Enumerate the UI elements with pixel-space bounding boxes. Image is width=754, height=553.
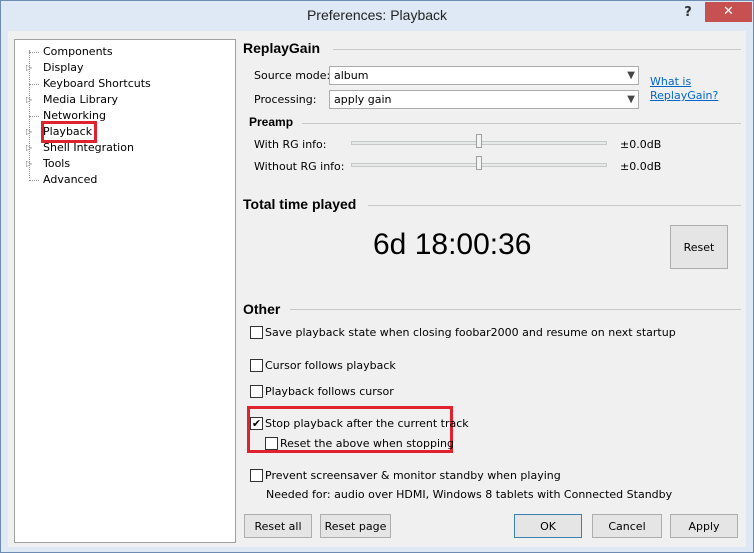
- chevron-down-icon: ▼: [627, 70, 635, 81]
- screensaver-note: Needed for: audio over HDMI, Windows 8 t…: [266, 488, 673, 501]
- tree-item-label: Components: [43, 45, 113, 58]
- tree-item-label: Tools: [43, 157, 71, 170]
- without-rg-label: Without RG info:: [254, 160, 345, 173]
- expand-arrow-icon[interactable]: ▷: [26, 143, 32, 153]
- title-bar: Preferences: Playback ? ✕: [1, 1, 753, 31]
- without-rg-value: ±0.0dB: [620, 160, 662, 173]
- stop-after-current-checkbox[interactable]: ✔: [250, 417, 263, 430]
- expand-arrow-icon[interactable]: ▷: [26, 159, 32, 169]
- tree-item-label: Advanced: [43, 173, 98, 186]
- section-divider: [290, 309, 741, 310]
- other-heading: Other: [243, 301, 281, 317]
- expand-arrow-icon[interactable]: ▷: [26, 63, 32, 73]
- dialog-client-area: Components ▷ Display Keyboard Shortcuts …: [8, 31, 746, 547]
- reset-time-button[interactable]: Reset: [670, 225, 728, 269]
- preferences-tree[interactable]: Components ▷ Display Keyboard Shortcuts …: [14, 39, 236, 543]
- source-mode-label: Source mode:: [254, 69, 331, 82]
- section-divider: [333, 49, 741, 50]
- cancel-button[interactable]: Cancel: [592, 514, 662, 538]
- section-divider: [302, 123, 741, 124]
- save-state-checkbox[interactable]: [250, 326, 263, 339]
- expand-arrow-icon[interactable]: ▷: [26, 127, 32, 137]
- with-rg-slider-thumb[interactable]: [476, 134, 482, 148]
- tree-item-label: Keyboard Shortcuts: [43, 77, 151, 90]
- total-time-value: 6d 18:00:36: [373, 228, 532, 261]
- playback-follows-cursor-checkbox[interactable]: [250, 385, 263, 398]
- what-is-replaygain-link[interactable]: What is ReplayGain?: [650, 75, 730, 103]
- playback-follows-cursor-label: Playback follows cursor: [265, 385, 394, 398]
- with-rg-label: With RG info:: [254, 138, 327, 151]
- without-rg-slider-thumb[interactable]: [476, 156, 482, 170]
- preamp-heading: Preamp: [249, 115, 294, 129]
- tree-item-label: Display: [43, 61, 84, 74]
- apply-button[interactable]: Apply: [670, 514, 738, 538]
- reset-when-stopping-label: Reset the above when stopping: [280, 437, 454, 450]
- prevent-screensaver-checkbox[interactable]: [250, 469, 263, 482]
- reset-when-stopping-checkbox[interactable]: [265, 437, 278, 450]
- preferences-window: Preferences: Playback ? ✕ Components ▷ D…: [0, 0, 754, 553]
- processing-select[interactable]: apply gain ▼: [329, 90, 639, 109]
- reset-all-button[interactable]: Reset all: [244, 514, 312, 538]
- close-button[interactable]: ✕: [705, 2, 752, 22]
- cursor-follows-playback-checkbox[interactable]: [250, 359, 263, 372]
- with-rg-value: ±0.0dB: [620, 138, 662, 151]
- help-button[interactable]: ?: [671, 3, 705, 23]
- processing-value: apply gain: [334, 93, 392, 106]
- replaygain-heading: ReplayGain: [243, 40, 321, 56]
- ok-button[interactable]: OK: [514, 514, 582, 538]
- processing-label: Processing:: [254, 93, 317, 106]
- reset-page-button[interactable]: Reset page: [320, 514, 391, 538]
- tree-connector: [29, 52, 39, 53]
- tree-connector: [29, 116, 39, 117]
- tree-item-label: Shell Integration: [43, 141, 134, 154]
- source-mode-select[interactable]: album ▼: [329, 66, 639, 85]
- prevent-screensaver-label: Prevent screensaver & monitor standby wh…: [265, 469, 561, 482]
- stop-after-current-label: Stop playback after the current track: [265, 417, 469, 430]
- source-mode-value: album: [334, 69, 369, 82]
- section-divider: [368, 205, 741, 206]
- chevron-down-icon: ▼: [627, 94, 635, 105]
- cursor-follows-playback-label: Cursor follows playback: [265, 359, 396, 372]
- tree-item-label: Media Library: [43, 93, 118, 106]
- total-time-heading: Total time played: [243, 196, 357, 212]
- window-title: Preferences: Playback: [306, 7, 448, 23]
- save-state-label: Save playback state when closing foobar2…: [265, 326, 676, 339]
- expand-arrow-icon[interactable]: ▷: [26, 95, 32, 105]
- tree-connector: [29, 180, 39, 181]
- tree-connector: [29, 84, 39, 85]
